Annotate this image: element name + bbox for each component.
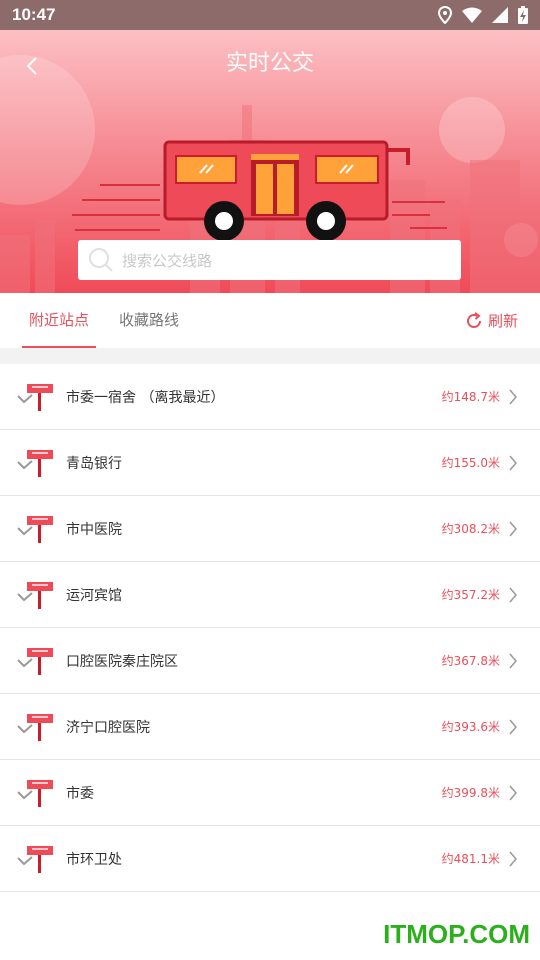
stop-name: 市委 — [66, 785, 94, 802]
stop-row[interactable]: 市委 约399.8米 — [0, 760, 540, 826]
chevron-right-icon — [509, 785, 517, 801]
chevron-right-icon — [509, 455, 517, 471]
chevron-right-icon — [509, 521, 517, 537]
stop-distance: 约357.2米 — [441, 588, 500, 602]
search-icon — [89, 248, 113, 272]
status-time: 10:47 — [12, 5, 56, 24]
search-input[interactable]: 搜索公交线路 — [78, 240, 461, 280]
page-title: 实时公交 — [225, 51, 314, 76]
stop-list: 市委一宿舍 （离我最近） 约148.7米 青岛银行 约155.0米 市中医院 约… — [0, 364, 540, 892]
refresh-button[interactable]: 刷新 — [464, 293, 518, 348]
search-placeholder: 搜索公交线路 — [122, 251, 213, 270]
chevron-right-icon — [509, 851, 517, 867]
signal-icon — [492, 7, 508, 23]
stop-distance: 约155.0米 — [441, 456, 500, 470]
stop-row[interactable]: 口腔医院秦庄院区 约367.8米 — [0, 628, 540, 694]
header: 实时公交 搜索公交线路 — [0, 30, 540, 293]
bus-stop-icon — [17, 714, 53, 741]
status-icons — [438, 6, 528, 24]
stop-distance: 约308.2米 — [441, 522, 500, 536]
stop-distance: 约148.7米 — [441, 390, 500, 404]
stop-name: 市中医院 — [66, 521, 122, 538]
stop-row[interactable]: 青岛银行 约155.0米 — [0, 430, 540, 496]
bus-stop-icon — [17, 582, 53, 609]
stop-name: 济宁口腔医院 — [66, 719, 150, 736]
chevron-right-icon — [509, 587, 517, 603]
tab-bar: 附近站点 收藏路线 刷新 — [0, 293, 540, 348]
refresh-icon — [467, 311, 481, 328]
section-divider — [0, 348, 540, 364]
stop-distance: 约393.6米 — [441, 720, 500, 734]
stop-name: 青岛银行 — [66, 455, 122, 472]
bus-stop-icon — [17, 648, 53, 675]
stop-row[interactable]: 市委一宿舍 （离我最近） 约148.7米 — [0, 364, 540, 430]
battery-icon — [518, 6, 528, 24]
stop-name: 市环卫处 — [66, 851, 122, 868]
bus-stop-icon — [17, 846, 53, 873]
stop-name: 运河宾馆 — [66, 587, 122, 604]
watermark: ITMOP.COM — [383, 919, 530, 949]
stop-distance: 约399.8米 — [441, 786, 500, 800]
bus-stop-icon — [17, 516, 53, 543]
bus-stop-icon — [17, 780, 53, 807]
stop-name: 市委一宿舍 （离我最近） — [66, 389, 225, 406]
status-bar: 10:47 — [0, 0, 540, 30]
bus-stop-icon — [17, 450, 53, 477]
refresh-label: 刷新 — [487, 312, 518, 330]
stop-row[interactable]: 市中医院 约308.2米 — [0, 496, 540, 562]
chevron-right-icon — [509, 389, 517, 405]
stop-row[interactable]: 运河宾馆 约357.2米 — [0, 562, 540, 628]
stop-distance: 约481.1米 — [441, 852, 500, 866]
wifi-icon — [462, 7, 482, 23]
stop-distance: 约367.8米 — [441, 654, 500, 668]
stop-name: 口腔医院秦庄院区 — [66, 653, 178, 670]
chevron-right-icon — [509, 653, 517, 669]
chevron-right-icon — [509, 719, 517, 735]
stop-row[interactable]: 市环卫处 约481.1米 — [0, 826, 540, 892]
location-icon — [438, 6, 452, 24]
bus-stop-icon — [17, 384, 53, 411]
tab-favorite-routes[interactable]: 收藏路线 — [119, 293, 179, 348]
tab-nearby-stops[interactable]: 附近站点 — [21, 293, 97, 348]
stop-row[interactable]: 济宁口腔医院 约393.6米 — [0, 694, 540, 760]
